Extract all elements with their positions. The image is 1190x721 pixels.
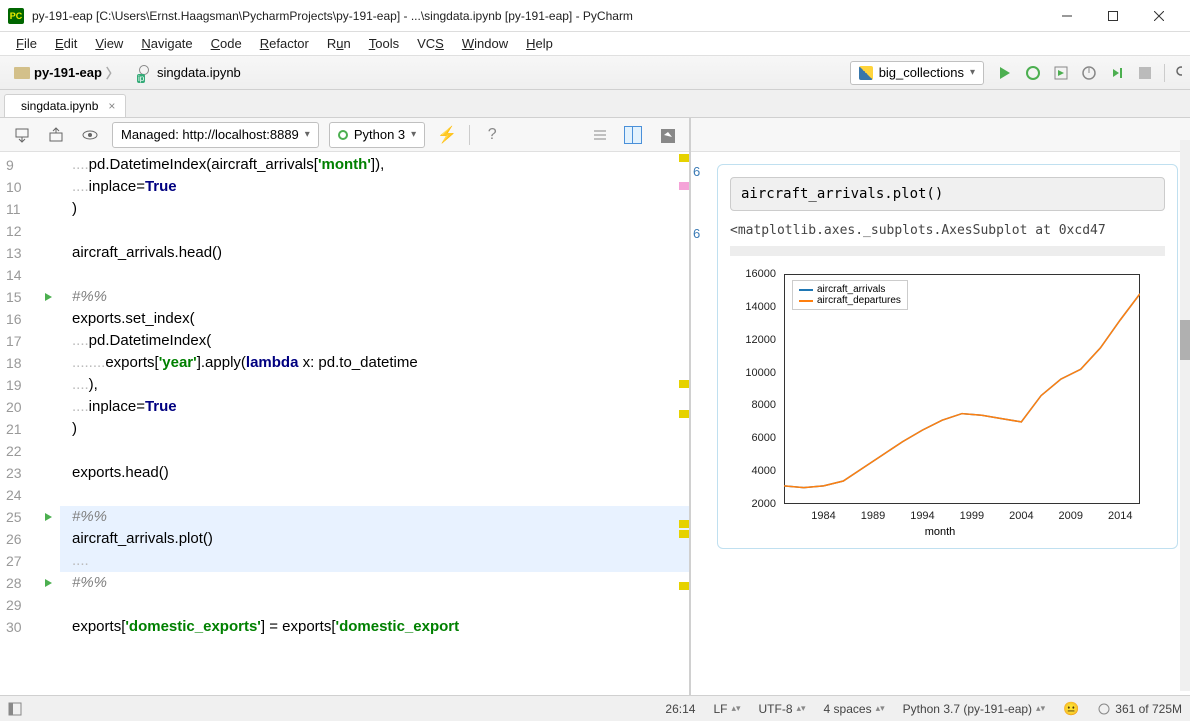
close-tab-icon[interactable]: × [108,99,115,113]
run-coverage-button[interactable] [1052,64,1070,82]
cell-input: aircraft_arrivals.plot() [730,177,1165,211]
tool-window-button[interactable] [8,702,22,716]
menu-run[interactable]: Run [319,34,359,53]
output-scroll[interactable]: 6 6 aircraft_arrivals.plot() <matplotlib… [691,152,1190,695]
encoding[interactable]: UTF-8▴▾ [759,702,806,716]
breadcrumb-file[interactable]: singdata.ipynb [131,63,247,83]
menu-navigate[interactable]: Navigate [133,34,200,53]
menu-vcs[interactable]: VCS [409,34,452,53]
concurrency-button[interactable] [1108,64,1126,82]
chart: aircraft_arrivalsaircraft_departures 200… [730,266,1150,536]
output-separator [730,246,1165,256]
cursor-position[interactable]: 26:14 [665,702,695,716]
menu-help[interactable]: Help [518,34,561,53]
titlebar: PC py-191-eap [C:\Users\Ernst.Haagsman\P… [0,0,1190,32]
editor-tabs: singdata.ipynb × [0,90,1190,118]
marker-stripe[interactable] [675,152,689,695]
menu-code[interactable]: Code [203,34,250,53]
folder-icon [14,67,30,79]
stop-button[interactable] [1136,64,1154,82]
maximize-button[interactable] [1090,1,1136,31]
output-panel: 6 6 aircraft_arrivals.plot() <matplotlib… [690,118,1190,695]
tab-singdata[interactable]: singdata.ipynb × [4,94,126,117]
editor-area: Managed: http://localhost:8889▾ Python 3… [0,118,1190,695]
close-button[interactable] [1136,1,1182,31]
main-toolbar: py-191-eap 〉 singdata.ipynb big_collecti… [0,56,1190,90]
code-editor[interactable]: 9101112131415161718192021222324252627282… [0,152,689,695]
code-body[interactable]: ....pd.DatetimeIndex(aircraft_arrivals['… [60,152,689,695]
cell-text-output: <matplotlib.axes._subplots.AxesSubplot a… [730,223,1165,238]
inspection-face-icon[interactable]: 😐 [1063,701,1079,717]
notebook-toolbar: Managed: http://localhost:8889▾ Python 3… [0,118,689,152]
gutter: 9101112131415161718192021222324252627282… [0,152,60,695]
execute-button[interactable]: ⚡ [435,123,459,147]
kernel-status-icon [338,130,348,140]
add-cell-above-button[interactable] [44,123,68,147]
help-button[interactable]: ? [480,123,504,147]
chart-xlabel: month [925,526,956,538]
run-configuration-selector[interactable]: big_collections ▾ [850,61,984,85]
output-gutter: 6 6 [691,164,705,288]
menu-view[interactable]: View [87,34,131,53]
right-scrollbar[interactable] [1180,140,1190,691]
code-panel: Managed: http://localhost:8889▾ Python 3… [0,118,690,695]
debug-button[interactable] [1024,64,1042,82]
python-icon [859,66,873,80]
indent[interactable]: 4 spaces▴▾ [824,702,885,716]
chart-legend: aircraft_arrivalsaircraft_departures [792,280,908,310]
view-preview-only-button[interactable] [655,123,679,147]
menu-edit[interactable]: Edit [47,34,85,53]
run-button[interactable] [996,64,1014,82]
breadcrumb: py-191-eap 〉 singdata.ipynb [8,61,247,84]
view-split-button[interactable] [621,123,645,147]
ipynb-icon [137,65,153,81]
window-controls [1044,1,1182,31]
kernel-selector[interactable]: Python 3▾ [329,122,425,148]
profile-button[interactable] [1080,64,1098,82]
search-button[interactable] [1164,64,1182,82]
menu-window[interactable]: Window [454,34,516,53]
breadcrumb-project[interactable]: py-191-eap 〉 [8,61,125,84]
memory-indicator[interactable]: 361 of 725M [1097,702,1182,716]
menu-tools[interactable]: Tools [361,34,407,53]
menu-file[interactable]: File [8,34,45,53]
menu-refactor[interactable]: Refactor [252,34,317,53]
app-icon: PC [8,8,24,24]
view-editor-only-button[interactable] [587,123,611,147]
minimize-button[interactable] [1044,1,1090,31]
add-cell-below-button[interactable] [10,123,34,147]
interpreter[interactable]: Python 3.7 (py-191-eap)▴▾ [903,702,1045,716]
status-bar: 26:14 LF▴▾ UTF-8▴▾ 4 spaces▴▾ Python 3.7… [0,695,1190,721]
jupyter-server-selector[interactable]: Managed: http://localhost:8889▾ [112,122,319,148]
output-cell: aircraft_arrivals.plot() <matplotlib.axe… [717,164,1178,549]
line-separator[interactable]: LF▴▾ [713,702,740,716]
preview-button[interactable] [78,123,102,147]
window-title: py-191-eap [C:\Users\Ernst.Haagsman\Pych… [32,9,1044,23]
menubar: File Edit View Navigate Code Refactor Ru… [0,32,1190,56]
